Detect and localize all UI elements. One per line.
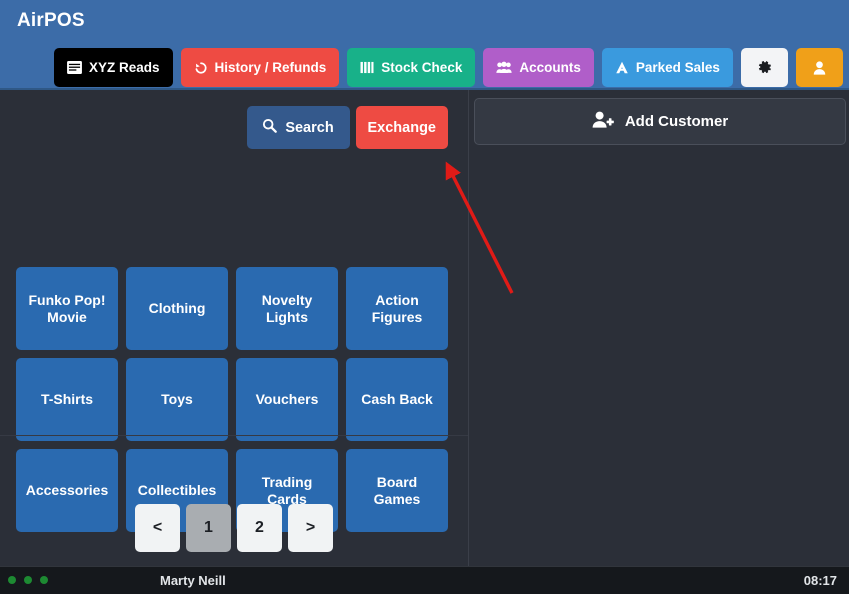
status-dot <box>8 576 16 584</box>
app-header: AirPOS XYZ Reads History / Refunds Stock… <box>0 0 849 90</box>
user-icon <box>813 60 826 75</box>
connection-status-dots <box>8 576 48 584</box>
gear-icon <box>757 60 772 75</box>
history-undo-icon <box>194 61 208 75</box>
pagination: < 1 2 > <box>0 504 468 552</box>
accounts-button[interactable]: Accounts <box>483 48 594 87</box>
history-refunds-label: History / Refunds <box>214 59 327 75</box>
accounts-label: Accounts <box>519 59 581 75</box>
users-group-icon <box>496 61 512 74</box>
parked-sales-button[interactable]: Parked Sales <box>601 48 733 87</box>
airpos-screen: AirPOS XYZ Reads History / Refunds Stock… <box>0 0 849 594</box>
settings-button[interactable] <box>740 48 788 87</box>
main-toolbar: XYZ Reads History / Refunds Stock Check … <box>54 48 849 87</box>
category-tile[interactable]: Funko Pop! Movie <box>16 267 118 350</box>
product-panel: Search Exchange Funko Pop! Movie Clothin… <box>0 90 468 566</box>
user-button[interactable] <box>795 48 843 87</box>
add-customer-button[interactable]: Add Customer <box>474 98 846 145</box>
parked-sales-label: Parked Sales <box>635 59 720 75</box>
history-refunds-button[interactable]: History / Refunds <box>180 48 340 87</box>
page-next-button[interactable]: > <box>288 504 333 552</box>
current-user-label: Marty Neill <box>160 573 226 588</box>
status-bar: Marty Neill 08:17 <box>0 566 849 594</box>
category-tile[interactable]: Vouchers <box>236 358 338 441</box>
add-customer-label: Add Customer <box>624 113 729 130</box>
category-grid: Funko Pop! Movie Clothing Novelty Lights… <box>16 267 448 532</box>
app-brand-title: AirPOS <box>17 10 85 31</box>
page-2-button[interactable]: 2 <box>237 504 282 552</box>
user-plus-icon <box>592 111 614 132</box>
main-body: Search Exchange Funko Pop! Movie Clothin… <box>0 90 849 566</box>
category-tile[interactable]: T-Shirts <box>16 358 118 441</box>
parked-a-icon <box>615 61 629 74</box>
bar-chart-icon <box>360 61 374 74</box>
category-tile[interactable]: Action Figures <box>346 267 448 350</box>
search-exchange-row: Search Exchange <box>0 106 462 149</box>
xyz-reads-button[interactable]: XYZ Reads <box>54 48 173 87</box>
search-button[interactable]: Search <box>246 106 350 149</box>
xyz-reads-label: XYZ Reads <box>89 59 160 75</box>
panel-divider <box>468 90 469 566</box>
category-tile[interactable]: Clothing <box>126 267 228 350</box>
category-tile[interactable]: Cash Back <box>346 358 448 441</box>
page-1-button[interactable]: 1 <box>186 504 231 552</box>
basket-panel: Add Customer <box>469 90 849 566</box>
grid-divider <box>0 435 468 436</box>
search-button-label: Search <box>285 119 334 136</box>
report-lines-icon <box>67 61 82 74</box>
status-dot <box>24 576 32 584</box>
magnifier-icon <box>262 118 278 137</box>
page-prev-button[interactable]: < <box>135 504 180 552</box>
status-dot <box>40 576 48 584</box>
stock-check-label: Stock Check <box>381 59 463 75</box>
exchange-button[interactable]: Exchange <box>355 106 448 149</box>
category-tile[interactable]: Novelty Lights <box>236 267 338 350</box>
clock-label: 08:17 <box>803 573 837 588</box>
category-tile[interactable]: Toys <box>126 358 228 441</box>
stock-check-button[interactable]: Stock Check <box>347 48 476 87</box>
